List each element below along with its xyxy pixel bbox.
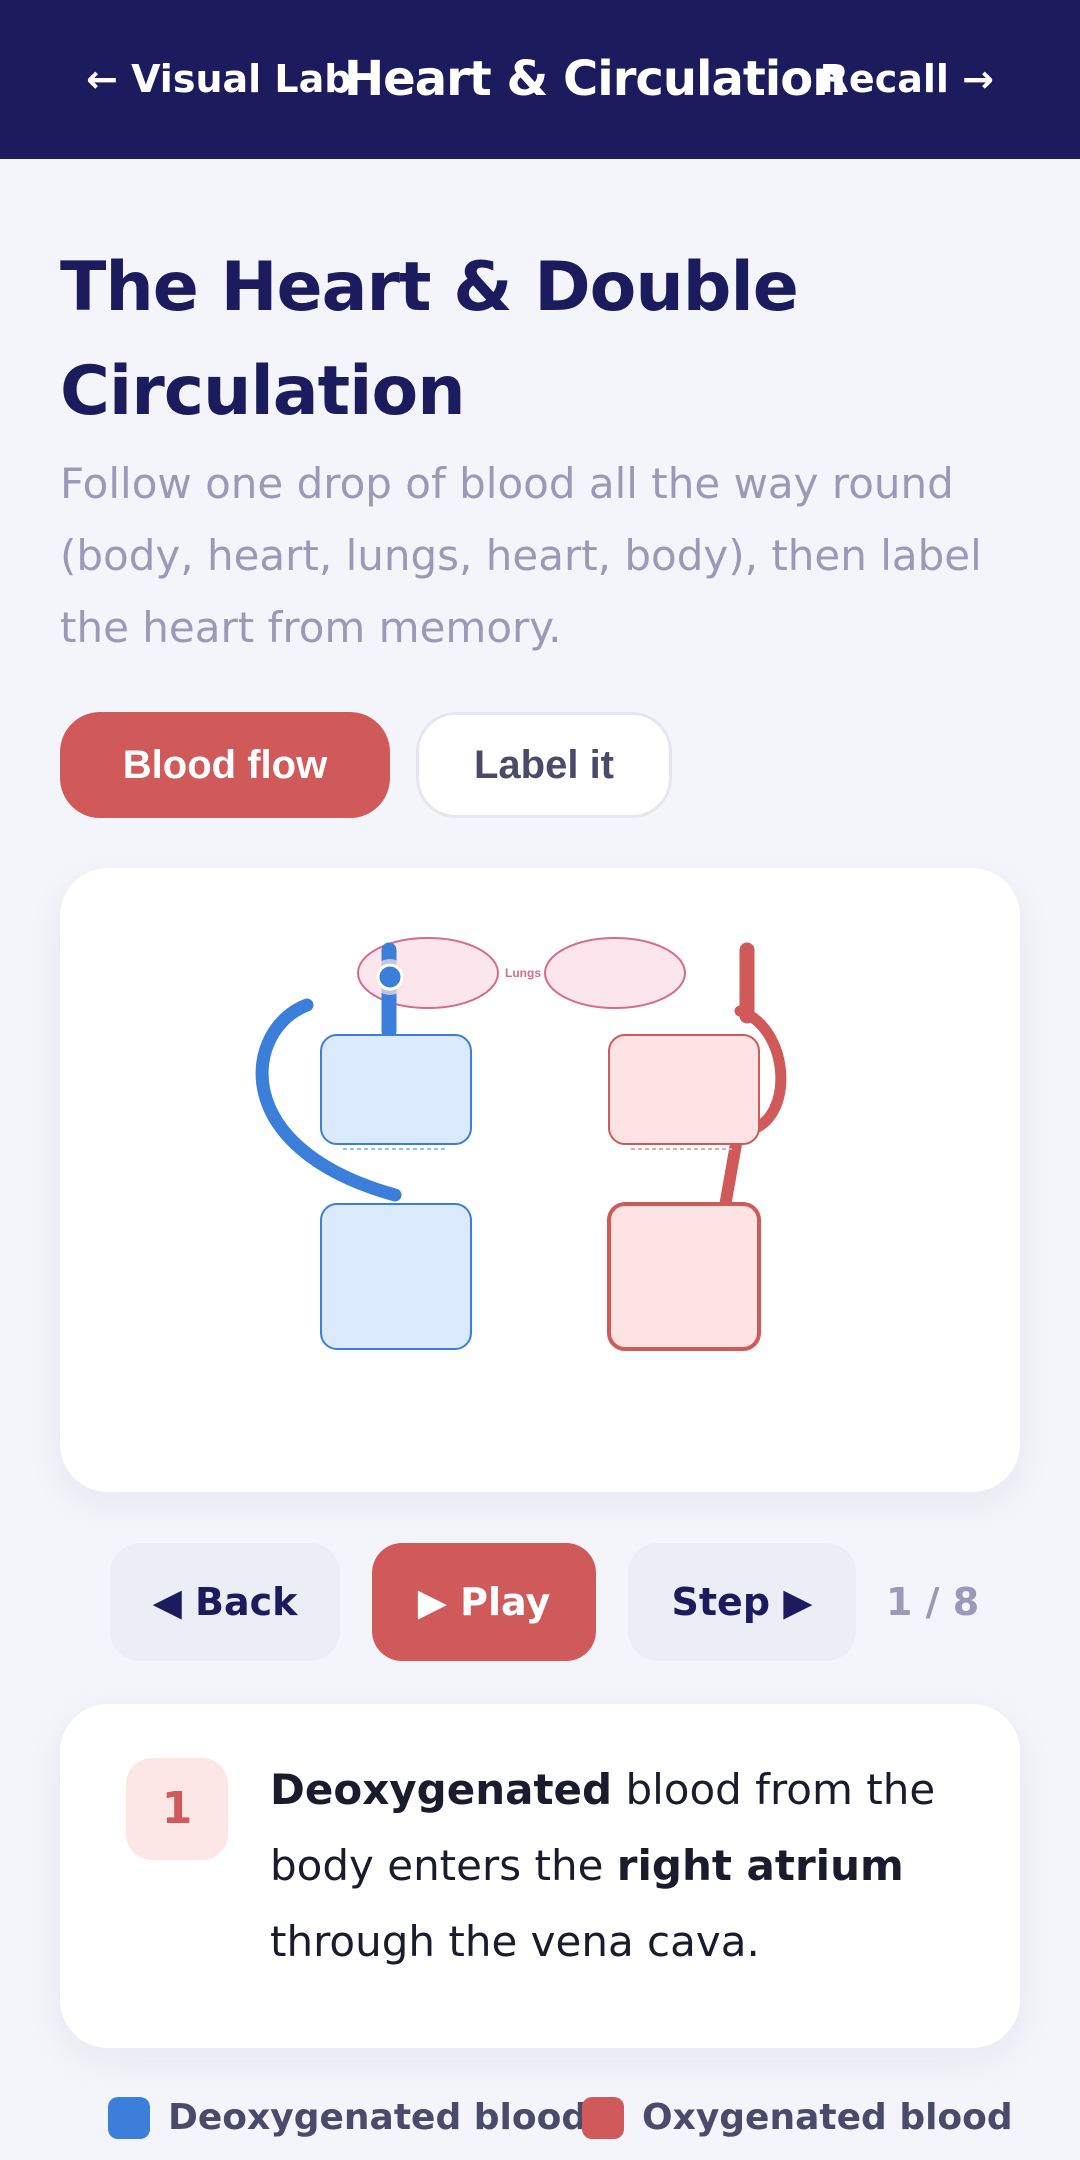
page-title: The Heart & Double Circulation (60, 248, 799, 431)
right-lung (544, 937, 686, 1009)
oxygenated-label: Oxygenated blood (642, 2097, 1013, 2138)
heart-diagram: Lungs (255, 937, 787, 1351)
legend-oxygenated: Oxygenated blood (582, 2096, 1022, 2140)
header-title: Heart & Circulation (344, 51, 846, 107)
oxygenated-swatch (582, 2097, 624, 2139)
step-explanation-card: 1 Deoxygenated blood from the body enter… (60, 1704, 1020, 2048)
step-text-bold-2: right atrium (616, 1841, 904, 1890)
left-atrium[interactable] (608, 1034, 760, 1145)
blood-drop-marker-dot (376, 963, 404, 991)
step-number-badge: 1 (126, 1758, 228, 1860)
page-subtitle: Follow one drop of blood all the way rou… (60, 459, 982, 652)
label-it-mode-button[interactable]: Label it (416, 712, 672, 818)
step-text-bold-1: Deoxygenated (270, 1765, 613, 1814)
right-atrium[interactable] (320, 1034, 472, 1145)
step-text-2: through the vena cava. (270, 1917, 760, 1966)
top-bar: ← Visual Lab Heart & Circulation Recall … (0, 0, 1080, 159)
step-description: Deoxygenated blood from the body enters … (270, 1752, 970, 1980)
play-button[interactable]: ▶ Play (372, 1543, 596, 1661)
blood-flow-mode-button[interactable]: Blood flow (60, 712, 390, 818)
deoxygenated-label: Deoxygenated blood (168, 2097, 588, 2138)
back-to-visual-lab-link[interactable]: ← Visual Lab (86, 0, 351, 159)
legend-deoxygenated: Deoxygenated blood (108, 2096, 587, 2140)
aorta-descending-vessel (718, 1138, 742, 1218)
step-button[interactable]: Step ▶ (628, 1543, 856, 1661)
lungs-label: Lungs (505, 966, 541, 980)
deoxygenated-swatch (108, 2097, 150, 2139)
left-ventricle[interactable] (607, 1202, 761, 1351)
next-recall-link[interactable]: Recall → (820, 0, 994, 159)
heart-diagram-card: Lungs (60, 868, 1020, 1492)
step-counter: 1 / 8 (886, 1580, 980, 1624)
right-ventricle[interactable] (320, 1203, 472, 1350)
back-button[interactable]: ◀ Back (110, 1543, 340, 1661)
